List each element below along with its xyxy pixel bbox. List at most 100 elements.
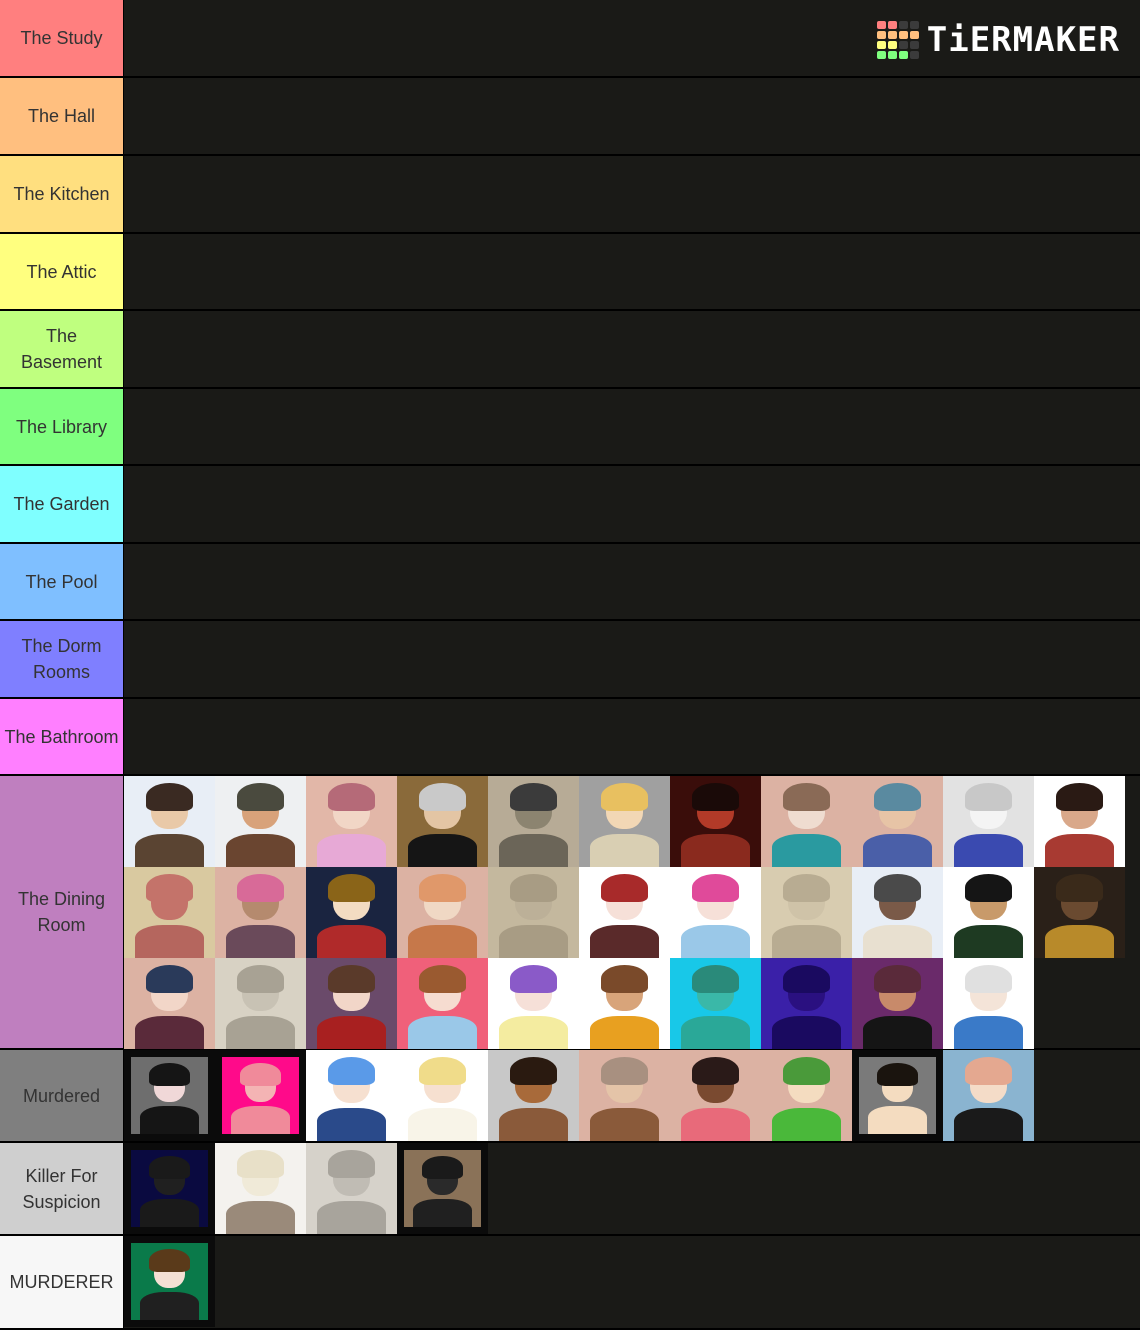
tier-items-dropzone[interactable] xyxy=(124,156,1140,232)
character-tile[interactable] xyxy=(761,776,852,867)
character-tile[interactable] xyxy=(306,1143,397,1234)
portrait-hair xyxy=(240,1063,281,1087)
tier-items-dropzone[interactable] xyxy=(124,621,1140,697)
portrait-hair xyxy=(1055,783,1104,811)
tier-label[interactable]: The Garden xyxy=(0,466,124,542)
character-tile[interactable] xyxy=(488,776,579,867)
character-tile[interactable] xyxy=(670,958,761,1049)
character-tile[interactable] xyxy=(761,1050,852,1141)
character-tile[interactable] xyxy=(943,958,1034,1049)
character-tile[interactable] xyxy=(215,776,306,867)
character-tile[interactable] xyxy=(124,958,215,1049)
character-tile[interactable] xyxy=(397,1143,488,1234)
character-tile[interactable] xyxy=(852,1050,943,1141)
character-tile[interactable] xyxy=(124,1050,215,1141)
character-tile[interactable] xyxy=(852,867,943,958)
tier-label[interactable]: The Dorm Rooms xyxy=(0,621,124,697)
tier-row: The Bathroom xyxy=(0,699,1140,776)
character-tile[interactable] xyxy=(943,867,1034,958)
portrait-body xyxy=(316,1016,387,1049)
character-tile[interactable] xyxy=(579,958,670,1049)
tiermaker-logo[interactable]: TiERMAKER xyxy=(876,20,1120,60)
character-tile[interactable] xyxy=(579,867,670,958)
character-tile[interactable] xyxy=(943,1050,1034,1141)
character-tile[interactable] xyxy=(761,958,852,1049)
tier-label[interactable]: The Hall xyxy=(0,78,124,154)
tier-label[interactable]: The Kitchen xyxy=(0,156,124,232)
character-tile[interactable] xyxy=(306,958,397,1049)
character-tile[interactable] xyxy=(943,776,1034,867)
tier-items-dropzone[interactable] xyxy=(124,234,1140,309)
character-tile[interactable] xyxy=(215,958,306,1049)
portrait-body xyxy=(407,1108,478,1141)
portrait-body xyxy=(134,834,205,867)
tier-label[interactable]: The Library xyxy=(0,389,124,464)
tier-label[interactable]: The Dining Room xyxy=(0,776,124,1048)
character-tile[interactable] xyxy=(306,776,397,867)
character-tile[interactable] xyxy=(397,867,488,958)
portrait-hair xyxy=(327,1150,376,1178)
character-tile[interactable] xyxy=(1034,867,1125,958)
portrait-hair xyxy=(964,783,1013,811)
character-tile[interactable] xyxy=(124,776,215,867)
logo-grid-cell xyxy=(887,21,897,29)
tier-items-dropzone[interactable] xyxy=(124,776,1140,1049)
tier-label[interactable]: The Attic xyxy=(0,234,124,309)
portrait-hair xyxy=(600,965,649,993)
tier-items-dropzone[interactable] xyxy=(124,1143,1140,1234)
tier-list-board: The Study The Hall The Kitchen The Attic The… xyxy=(0,0,1140,1330)
portrait-body xyxy=(225,834,296,867)
character-tile[interactable] xyxy=(670,867,761,958)
tier-items-dropzone[interactable] xyxy=(124,311,1140,387)
tier-label[interactable]: Murdered xyxy=(0,1050,124,1141)
character-tile[interactable] xyxy=(1034,776,1125,867)
portrait-hair xyxy=(873,874,922,902)
character-tile[interactable] xyxy=(397,958,488,1049)
character-tile[interactable] xyxy=(215,1050,306,1141)
character-tile[interactable] xyxy=(488,867,579,958)
tier-items-dropzone[interactable] xyxy=(124,544,1140,619)
tier-label[interactable]: The Bathroom xyxy=(0,699,124,774)
character-tile[interactable] xyxy=(124,1236,215,1327)
portrait-hair xyxy=(149,1249,190,1273)
portrait-hair xyxy=(964,874,1013,902)
logo-grid-cell xyxy=(909,51,919,59)
tier-items-dropzone[interactable] xyxy=(124,389,1140,464)
character-tile[interactable] xyxy=(852,958,943,1049)
character-tile[interactable] xyxy=(215,1143,306,1234)
character-tile[interactable] xyxy=(215,867,306,958)
portrait-body xyxy=(953,1108,1024,1141)
character-tile[interactable] xyxy=(488,958,579,1049)
character-tile[interactable] xyxy=(124,1143,215,1234)
tier-label[interactable]: The Basement xyxy=(0,311,124,387)
portrait-hair xyxy=(509,1057,558,1085)
character-tile[interactable] xyxy=(579,1050,670,1141)
character-tile[interactable] xyxy=(670,776,761,867)
tier-label[interactable]: Killer For Suspicion xyxy=(0,1143,124,1234)
character-tile[interactable] xyxy=(397,776,488,867)
logo-grid-icon xyxy=(876,21,919,59)
tier-label[interactable]: The Pool xyxy=(0,544,124,619)
character-tile[interactable] xyxy=(397,1050,488,1141)
portrait-hair xyxy=(418,965,467,993)
tier-row: Killer For Suspicion xyxy=(0,1143,1140,1236)
tier-items-dropzone[interactable] xyxy=(124,1050,1140,1141)
character-tile[interactable] xyxy=(124,867,215,958)
character-tile[interactable] xyxy=(852,776,943,867)
tier-items-dropzone[interactable] xyxy=(124,1236,1140,1328)
character-tile[interactable] xyxy=(306,867,397,958)
portrait-body xyxy=(498,925,569,958)
character-tile[interactable] xyxy=(670,1050,761,1141)
tier-label[interactable]: The Study xyxy=(0,0,124,76)
tier-items-dropzone[interactable] xyxy=(124,699,1140,774)
portrait-body xyxy=(498,1016,569,1049)
character-tile[interactable] xyxy=(488,1050,579,1141)
tier-items-dropzone[interactable] xyxy=(124,466,1140,542)
character-tile[interactable] xyxy=(579,776,670,867)
tier-items-dropzone[interactable] xyxy=(124,78,1140,154)
character-tile[interactable] xyxy=(761,867,852,958)
portrait-body xyxy=(225,1016,296,1049)
logo-grid-cell xyxy=(876,31,886,39)
character-tile[interactable] xyxy=(306,1050,397,1141)
tier-label[interactable]: MURDERER xyxy=(0,1236,124,1328)
